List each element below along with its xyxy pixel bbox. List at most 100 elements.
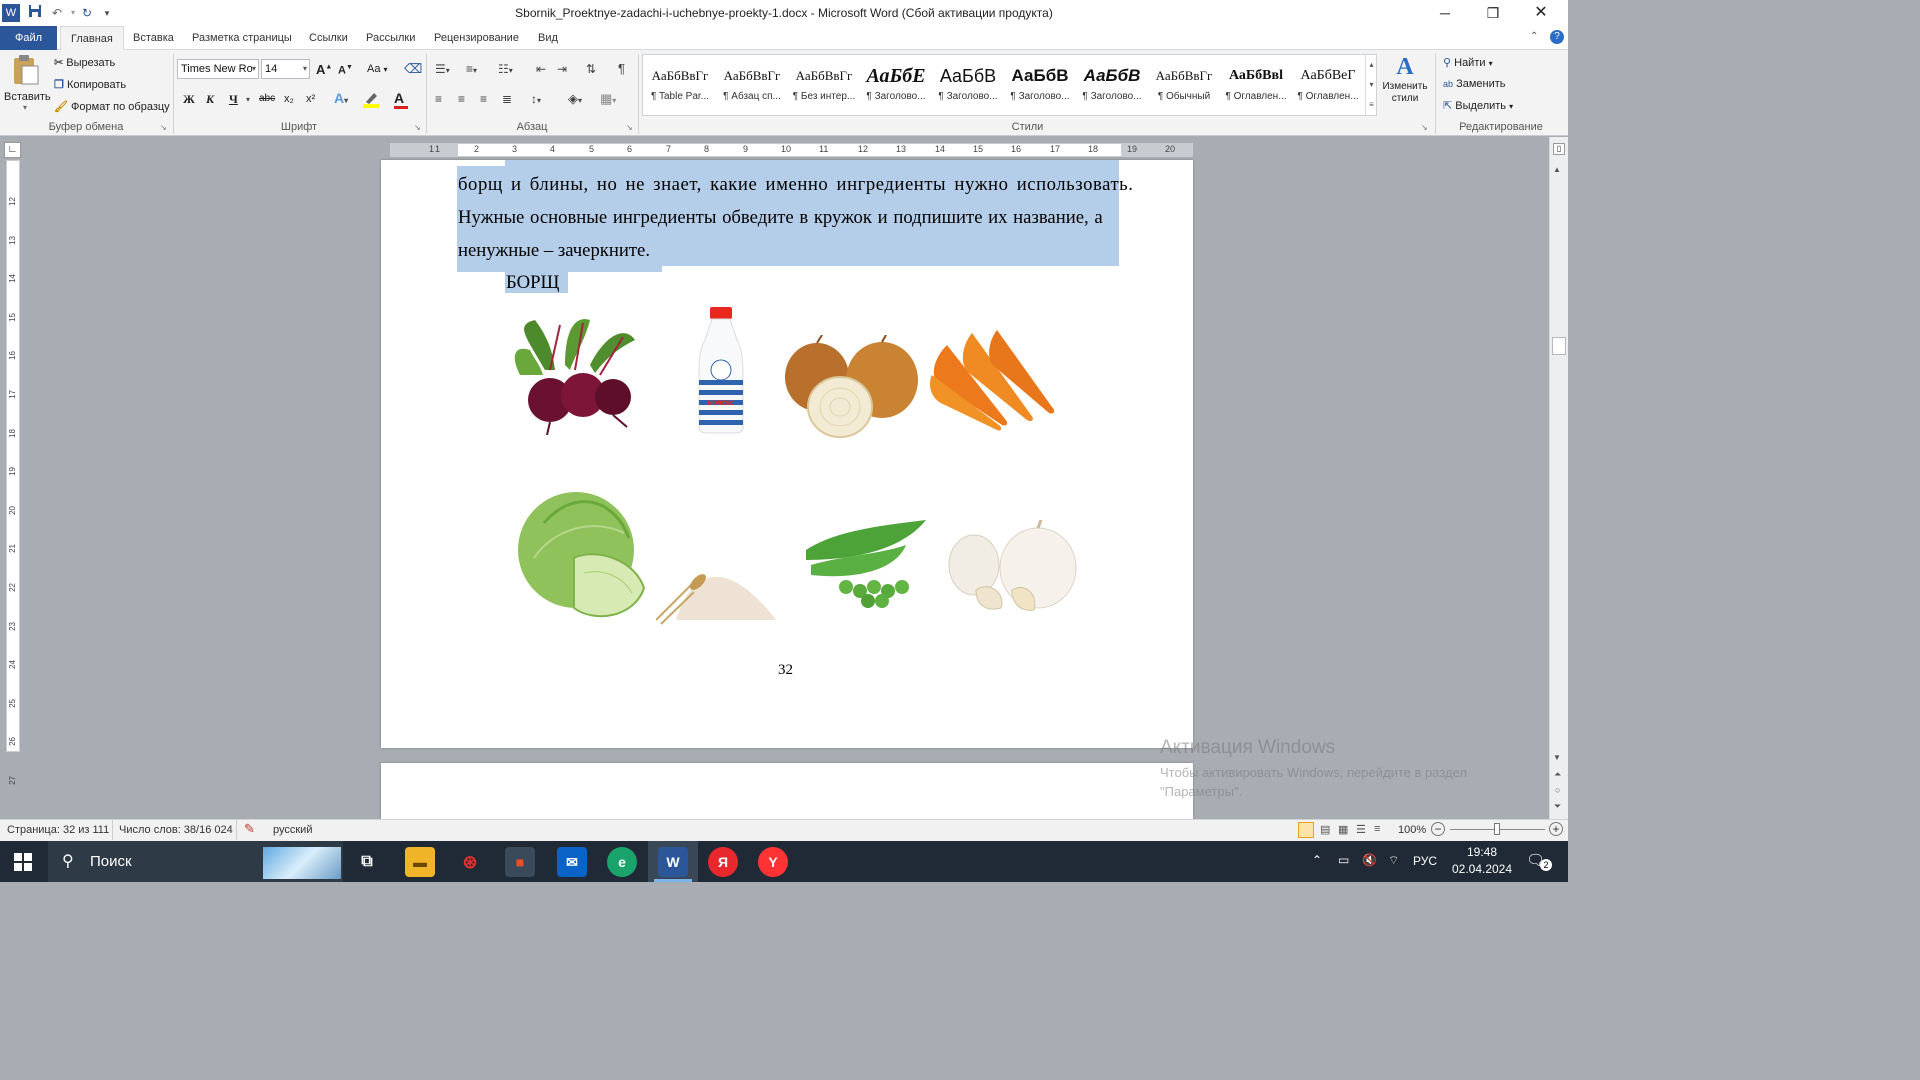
paragraph-dialog-launcher-icon[interactable]: ↘ [626,123,633,132]
beetroot-image[interactable] [505,315,650,436]
align-center-icon[interactable]: ≡ [458,92,465,106]
view-ruler-icon[interactable]: ▯ [1553,143,1565,155]
style-item[interactable]: АаБбВвГг ¶ Table Par... [645,59,715,115]
align-left-icon[interactable]: ≡ [435,92,442,106]
bullets-icon[interactable]: ☰▾ [435,62,450,76]
style-item[interactable]: АаБбВвГг ¶ Без интер... [789,59,859,115]
multilevel-list-icon[interactable]: ☷▾ [498,62,513,76]
zoom-in-button[interactable]: + [1549,822,1563,836]
change-case-button[interactable]: Aa ▾ [367,63,388,75]
zoom-out-button[interactable]: − [1431,822,1445,836]
horizontal-ruler[interactable]: 1 1 2 3 4 5 6 7 8 9 10 11 12 13 14 15 16 17 18 19 20 [390,143,1193,157]
battery-icon[interactable]: ▭ [1338,853,1349,867]
vertical-scrollbar[interactable]: ▯ ▲ ▼ ⏶ ○ ⏷ [1549,137,1568,819]
carrot-image[interactable] [927,325,1057,435]
styles-scroll[interactable]: ▴ ▾ ≡ [1365,55,1377,115]
highlight-button[interactable] [362,90,380,111]
line-spacing-icon[interactable]: ↕▾ [531,92,541,106]
change-styles-button[interactable]: A Изменить стили [1380,54,1430,105]
close-button[interactable]: ✕ [1518,0,1564,26]
scroll-thumb[interactable] [1552,337,1566,355]
task-view-icon[interactable]: ⧉ [352,847,382,877]
clear-formatting-icon[interactable]: ⌫ [404,61,422,77]
decrease-indent-icon[interactable]: ⇤ [536,62,546,76]
font-dialog-launcher-icon[interactable]: ↘ [414,123,421,132]
peas-image[interactable] [796,515,931,610]
file-explorer-icon[interactable]: ▬ [405,847,435,877]
search-box[interactable]: ⚲ Поиск [48,841,343,882]
justify-icon[interactable]: ≣ [502,92,512,106]
help-icon[interactable]: ? [1550,30,1564,44]
font-color-button[interactable]: A [394,90,408,109]
zoom-slider-thumb[interactable] [1494,823,1500,835]
style-item[interactable]: АаБбЕ ¶ Заголово... [861,59,931,115]
format-painter-button[interactable]: 🖌 Формат по образцу [54,100,170,113]
edge-icon[interactable]: e [607,847,637,877]
shrink-font-button[interactable]: A▼ [338,64,353,77]
draft-icon[interactable]: ≡ [1374,823,1380,835]
page-count[interactable]: Страница: 32 из 111 [7,824,109,836]
restore-button[interactable]: ❐ [1470,0,1516,26]
superscript-button[interactable]: x² [306,93,315,105]
tab-insert[interactable]: Вставка [123,26,184,50]
document-page[interactable]: борщ и блины, но не знает, какие именно … [381,160,1193,748]
underline-button[interactable]: Ч [229,92,238,107]
tab-review[interactable]: Рецензирование [424,26,529,50]
word-taskbar-item[interactable]: W [648,841,698,882]
copy-button[interactable]: ❐ Копировать [54,78,126,91]
style-item[interactable]: АаБбВ ¶ Заголово... [933,59,1003,115]
text-effects-icon[interactable]: A▾ [334,90,348,106]
garlic-image[interactable] [946,519,1081,615]
yandex-icon[interactable]: Я [708,847,738,877]
minimize-button[interactable]: ─ [1422,0,1468,26]
italic-button[interactable]: К [206,92,214,107]
grow-font-button[interactable]: A▲ [316,62,332,77]
tray-chevron-icon[interactable]: ⌃ [1312,853,1322,867]
next-page-icon[interactable]: ⏷ [1554,801,1561,812]
proofing-icon[interactable]: ✎ [244,821,255,837]
style-item[interactable]: АаБбВ ¶ Заголово... [1077,59,1147,115]
vertical-ruler[interactable]: 12 13 14 15 16 17 18 19 20 21 22 23 24 25 26 27 [6,160,20,785]
print-layout-icon[interactable] [1298,822,1314,838]
web-layout-icon[interactable]: ▦ [1338,823,1348,836]
show-marks-button[interactable]: ¶ [618,61,625,76]
document-page-next[interactable] [381,763,1193,823]
store-icon[interactable]: ■ [505,847,535,877]
select-button[interactable]: ⇱ Выделить ▾ [1443,99,1513,112]
tab-layout[interactable]: Разметка страницы [182,26,302,50]
bold-button[interactable]: Ж [183,92,195,107]
style-item[interactable]: АаБбВвГг ¶ Абзац сп... [717,59,787,115]
strikethrough-button[interactable]: abc [259,93,275,104]
find-button[interactable]: ⚲ Найти ▾ [1443,56,1493,69]
language-indicator-tray[interactable]: РУС [1413,854,1437,868]
tab-home[interactable]: Главная [60,26,124,50]
clock[interactable]: 19:48 02.04.2024 [1448,845,1516,876]
milk-bottle-image[interactable]: МОЛОКО [677,305,767,435]
word-count[interactable]: Число слов: 38/16 024 [119,824,233,836]
app-icon[interactable]: ⊛ [455,847,485,877]
tab-mailings[interactable]: Рассылки [356,26,425,50]
tab-file[interactable]: Файл [0,26,57,50]
tab-selector-icon[interactable]: ∟ [4,142,21,158]
sort-icon[interactable]: ⇅ [586,62,596,76]
dialog-launcher-icon[interactable]: ↘ [160,123,167,132]
font-size-box[interactable]: 14 ▾ [261,59,310,79]
tab-view[interactable]: Вид [528,26,568,50]
mail-icon[interactable]: ✉ [557,847,587,877]
style-item[interactable]: АаБбВ ¶ Заголово... [1005,59,1075,115]
outline-icon[interactable]: ☰ [1356,823,1366,836]
minimize-ribbon-icon[interactable]: ⌃ [1530,31,1538,42]
tab-references[interactable]: Ссылки [299,26,358,50]
flour-image[interactable] [655,550,791,625]
style-item[interactable]: АаБбВвГг ¶ Обычный [1149,59,1219,115]
replace-button[interactable]: ab Заменить [1443,78,1506,90]
full-screen-reading-icon[interactable]: ▤ [1320,823,1330,836]
zoom-level[interactable]: 100% [1398,824,1426,836]
yandex-browser-icon[interactable]: Y [758,847,788,877]
cabbage-image[interactable] [514,478,652,626]
paste-button[interactable]: Вставить ▾ [4,54,51,112]
style-item[interactable]: АаБбВвl ¶ Оглавлен... [1221,59,1291,115]
increase-indent-icon[interactable]: ⇥ [557,62,567,76]
onion-image[interactable] [782,334,922,440]
subscript-button[interactable]: x₂ [284,93,294,105]
